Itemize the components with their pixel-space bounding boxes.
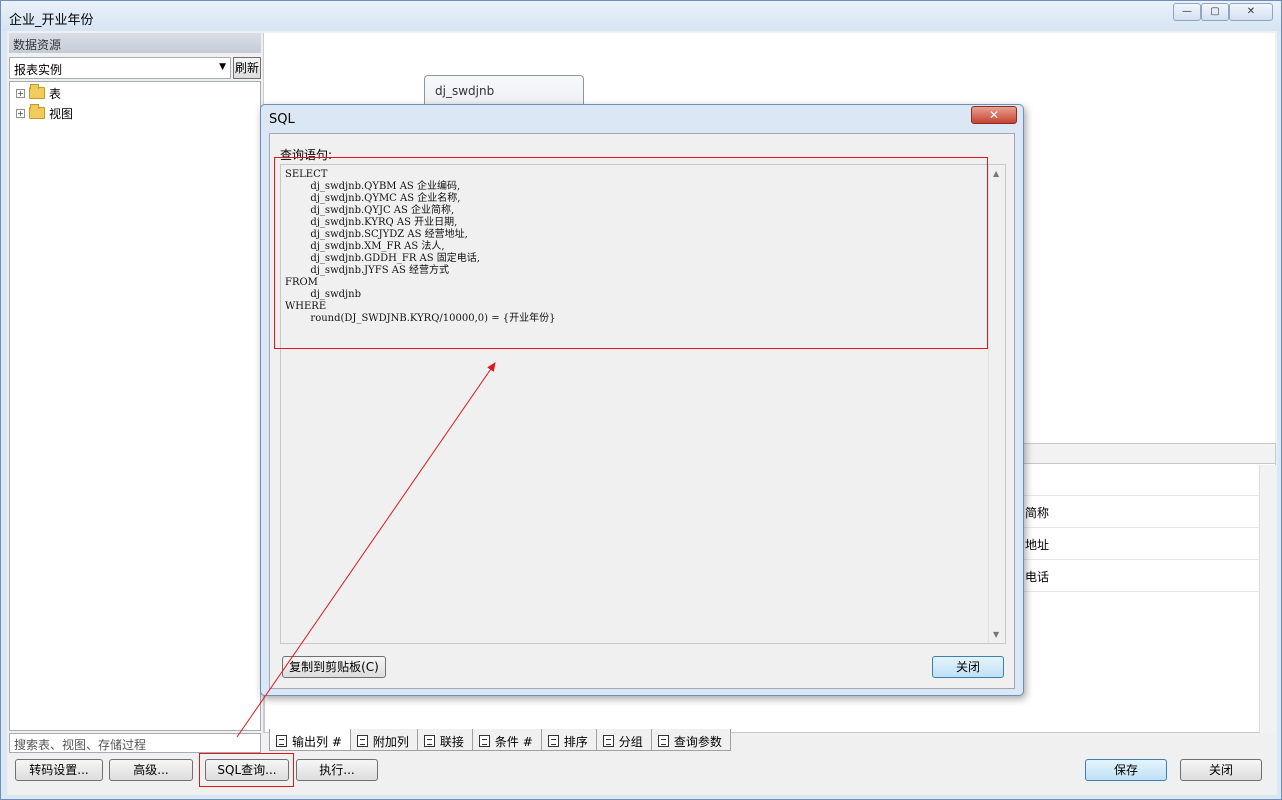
annotation-arrow	[236, 362, 496, 738]
main-window: 企业_开业年份 — ▢ ✕ 数据资源 报表实例 ▼ 刷新 + 表 + 视图 搜索…	[0, 0, 1282, 800]
